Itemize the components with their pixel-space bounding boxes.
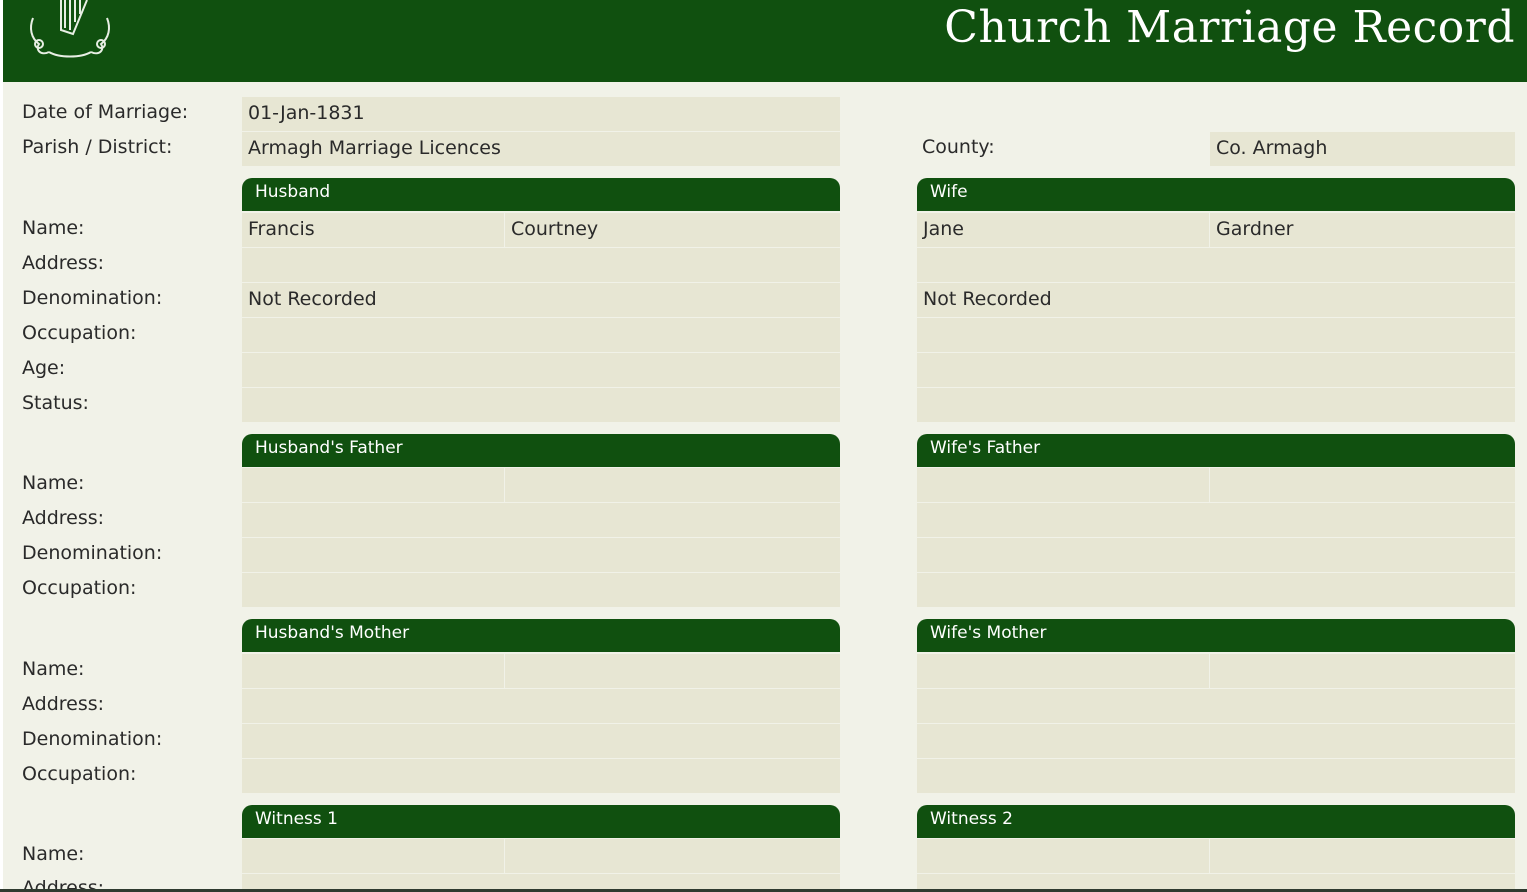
parish-district-field: Armagh Marriage Licences [242,132,840,166]
mother-denomination-label: Denomination: [22,728,163,750]
father-address-label: Address: [22,507,105,529]
husbands-father-surname-field [505,468,840,502]
husband-denomination-label: Denomination: [22,287,163,309]
witness-1-first-name-field [242,839,504,873]
father-occupation-label: Occupation: [22,577,137,599]
record-header: Church Marriage Record [3,0,1527,82]
father-name-label: Name: [22,472,85,494]
husband-first-name-field: Francis [242,213,504,247]
husband-name-label: Name: [22,217,85,239]
husband-occupation-label: Occupation: [22,322,137,344]
wifes-father-address-field [917,503,1515,537]
husbands-mother-first-name-field [242,654,504,688]
mother-name-label: Name: [22,658,85,680]
wife-first-name-field: Jane [917,213,1209,247]
wifes-father-first-name-field [917,468,1209,502]
husbands-mother-section-header: Husband's Mother [242,619,840,652]
page-title: Church Marriage Record [944,2,1515,53]
witness-2-first-name-field [917,839,1209,873]
harp-emblem-icon [30,0,110,58]
father-denomination-label: Denomination: [22,542,163,564]
wifes-father-denomination-field [917,538,1515,572]
wifes-mother-occupation-field [917,759,1515,793]
date-of-marriage-field: 01-Jan-1831 [242,97,840,131]
wife-denomination-field: Not Recorded [917,283,1515,317]
wife-address-field [917,248,1515,282]
witness-2-section-header: Witness 2 [917,805,1515,838]
husband-section-header: Husband [242,178,840,211]
wife-section-header: Wife [917,178,1515,211]
witness-1-surname-field [505,839,840,873]
county-label: County: [922,136,995,158]
wifes-mother-address-field [917,689,1515,723]
mother-occupation-label: Occupation: [22,763,137,785]
date-of-marriage-label: Date of Marriage: [22,101,189,123]
husbands-father-first-name-field [242,468,504,502]
husband-address-field [242,248,840,282]
witness-1-section-header: Witness 1 [242,805,840,838]
husband-age-label: Age: [22,357,66,379]
husbands-father-address-field [242,503,840,537]
wife-surname-field: Gardner [1210,213,1515,247]
mother-address-label: Address: [22,693,105,715]
husbands-mother-address-field [242,689,840,723]
wifes-mother-surname-field [1210,654,1515,688]
wifes-father-section-header: Wife's Father [917,434,1515,467]
husband-status-field [242,388,840,422]
marriage-record-page: Church Marriage Record Date of Marriage:… [0,0,1527,892]
husband-age-field [242,353,840,387]
husbands-father-section-header: Husband's Father [242,434,840,467]
husbands-mother-surname-field [505,654,840,688]
husbands-mother-denomination-field [242,724,840,758]
husbands-father-denomination-field [242,538,840,572]
husbands-father-occupation-field [242,573,840,607]
witness-2-surname-field [1210,839,1515,873]
county-field: Co. Armagh [1210,132,1515,166]
wife-age-field [917,353,1515,387]
wifes-mother-section-header: Wife's Mother [917,619,1515,652]
husbands-mother-occupation-field [242,759,840,793]
wife-status-field [917,388,1515,422]
husband-address-label: Address: [22,252,105,274]
husband-occupation-field [242,318,840,352]
parish-district-label: Parish / District: [22,136,173,158]
husband-surname-field: Courtney [505,213,840,247]
witness-name-label: Name: [22,843,85,865]
wifes-father-occupation-field [917,573,1515,607]
wifes-father-surname-field [1210,468,1515,502]
wifes-mother-first-name-field [917,654,1209,688]
wife-occupation-field [917,318,1515,352]
wifes-mother-denomination-field [917,724,1515,758]
husband-denomination-field: Not Recorded [242,283,840,317]
husband-status-label: Status: [22,392,89,414]
